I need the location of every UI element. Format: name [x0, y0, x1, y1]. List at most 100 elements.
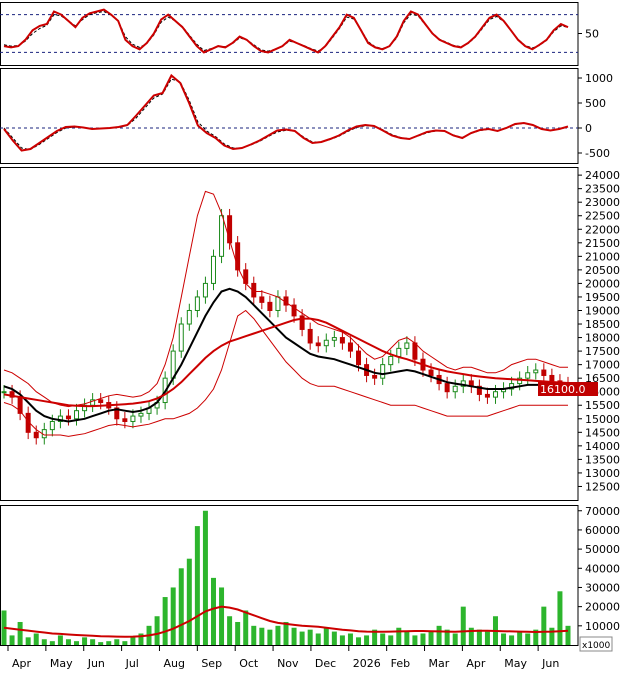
candle — [194, 296, 200, 311]
y-tick-label: 15500 — [585, 399, 620, 412]
volume-bar — [114, 639, 120, 645]
volume-bar — [210, 577, 216, 645]
volume-bar — [170, 587, 176, 645]
candle — [372, 374, 378, 379]
volume-bar — [484, 631, 490, 645]
candle — [267, 301, 273, 311]
volume-bar — [202, 510, 208, 645]
month-label: Jul — [125, 657, 139, 670]
candle — [33, 431, 39, 439]
volume-bar — [428, 631, 434, 645]
month-label: Feb — [391, 657, 410, 670]
y-tick-label: 500 — [585, 97, 606, 110]
macd-panel: 1000 500 0 -500 — [0, 72, 613, 160]
volume-bar — [509, 635, 515, 645]
volume-panel: 70000 60000 50000 40000 30000 20000 10000 x1000 — [1, 505, 620, 652]
volume-bar — [162, 597, 168, 645]
y-tick-label: -500 — [585, 147, 610, 160]
volume-bar — [194, 526, 200, 645]
volume-bar — [9, 635, 15, 645]
volume-bar — [452, 633, 458, 645]
candle — [122, 418, 128, 422]
volume-bar — [227, 616, 233, 645]
month-label: May — [50, 657, 73, 670]
volume-bar — [275, 625, 281, 645]
volume-bar — [154, 616, 160, 645]
volume-bar — [17, 621, 23, 645]
candle — [74, 410, 80, 420]
y-tick-label: 13000 — [585, 467, 620, 480]
volume-bar — [41, 639, 47, 645]
volume-unit-label: x1000 — [582, 641, 611, 651]
month-label: Nov — [277, 657, 299, 670]
volume-bar — [339, 635, 345, 645]
volume-bar — [347, 633, 353, 645]
candle — [323, 339, 329, 347]
volume-bar — [74, 641, 80, 645]
month-label: Dec — [315, 657, 336, 670]
volume-bar — [323, 627, 329, 645]
candle — [541, 369, 547, 376]
candle — [492, 391, 498, 398]
candle — [259, 296, 265, 303]
volume-bar — [557, 591, 563, 645]
candle — [388, 356, 394, 366]
candle — [525, 372, 531, 379]
candle — [202, 282, 208, 298]
month-label: Oct — [239, 657, 259, 670]
volume-bar — [396, 627, 402, 645]
candle — [396, 347, 402, 358]
y-tick-label: 22500 — [585, 210, 620, 223]
month-label: Mar — [429, 657, 450, 670]
volume-bar — [436, 625, 442, 645]
y-tick-label: 22000 — [585, 223, 620, 236]
y-tick-label: 17000 — [585, 359, 620, 372]
candle — [533, 369, 539, 374]
month-label: Aug — [163, 657, 184, 670]
month-label: Jun — [87, 657, 105, 670]
y-tick-label: 50 — [585, 28, 599, 41]
volume-bar — [33, 633, 39, 645]
y-tick-label: 20000 — [585, 277, 620, 290]
candle — [315, 342, 321, 347]
month-label: Sep — [201, 657, 222, 670]
month-label: 2026 — [353, 657, 381, 670]
volume-bar — [364, 635, 370, 645]
y-tick-label: 1000 — [585, 72, 613, 85]
volume-bar — [307, 629, 313, 645]
candle — [275, 296, 281, 311]
y-tick-label: 23500 — [585, 183, 620, 196]
y-tick-label: 60000 — [585, 524, 620, 537]
candle — [347, 342, 353, 352]
candle — [444, 383, 450, 393]
candle — [549, 374, 555, 382]
candle — [49, 420, 55, 431]
volume-bar — [186, 558, 192, 645]
last-price-label: 16100.0 — [540, 383, 586, 396]
month-label: Jun — [541, 657, 559, 670]
candle — [98, 399, 104, 404]
volume-bar — [178, 568, 184, 645]
volume-bar — [122, 641, 128, 645]
candle — [356, 350, 362, 366]
y-tick-label: 21500 — [585, 237, 620, 250]
volume-bar — [283, 621, 289, 645]
month-label: Apr — [466, 657, 486, 670]
volume-bar — [476, 629, 482, 645]
candle — [404, 342, 410, 349]
candle — [380, 364, 386, 379]
candle — [219, 215, 225, 257]
y-tick-label: 12500 — [585, 480, 620, 493]
volume-bar — [315, 633, 321, 645]
macd-frame — [0, 68, 579, 164]
candle — [1, 391, 7, 394]
volume-bar — [82, 637, 88, 645]
y-tick-label: 19000 — [585, 304, 620, 317]
y-tick-label: 19500 — [585, 291, 620, 304]
macd-signal-line — [3, 78, 569, 151]
volume-bar — [565, 625, 571, 645]
y-tick-label: 15000 — [585, 413, 620, 426]
y-tick-label: 23000 — [585, 196, 620, 209]
candle — [138, 412, 144, 417]
volume-bar — [388, 635, 394, 645]
